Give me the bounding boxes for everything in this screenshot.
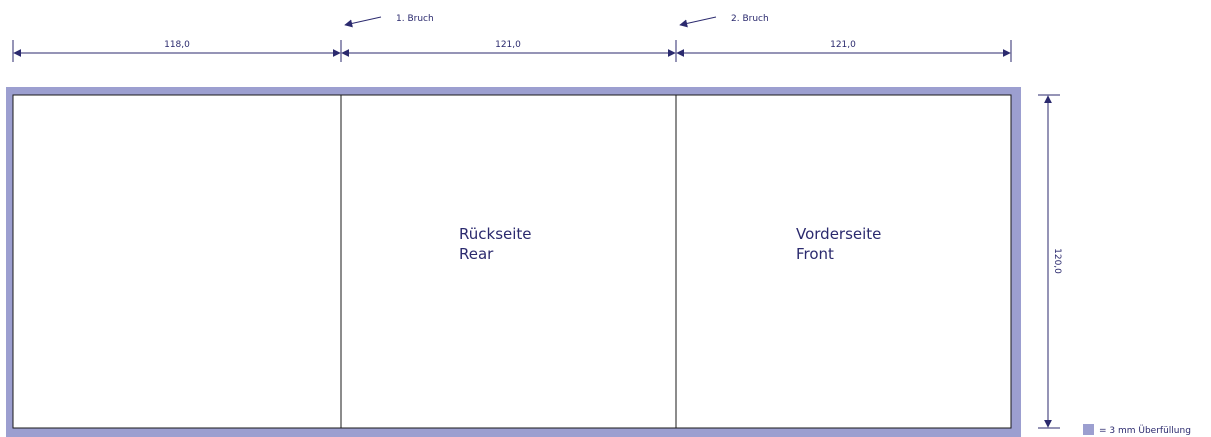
panel-front-title: Vorderseite: [796, 225, 881, 243]
dim-label-height: 120,0: [1052, 248, 1062, 274]
fold-callout-1: 1. Bruch: [344, 14, 434, 28]
dim-label-panel2: 121,0: [495, 40, 521, 50]
trim-area: [12, 94, 1012, 429]
dim-label-panel1: 118,0: [164, 40, 190, 50]
dim-label-panel3: 121,0: [830, 40, 856, 50]
fold-diagram: 118,0 121,0 121,0 1. Bruch 2. Bruch 120,…: [6, 14, 1191, 437]
height-dimension: 120,0: [1038, 94, 1062, 429]
legend-swatch: [1083, 424, 1094, 435]
panel-rear-subtitle: Rear: [459, 245, 494, 263]
panel-rear-title: Rückseite: [459, 225, 532, 243]
legend: = 3 mm Überfüllung: [1083, 424, 1191, 436]
panel-front-subtitle: Front: [796, 245, 834, 263]
fold-callout-2: 2. Bruch: [679, 14, 769, 28]
legend-label: = 3 mm Überfüllung: [1099, 425, 1191, 436]
fold-label-2: 2. Bruch: [731, 14, 769, 24]
width-dimension: 118,0 121,0 121,0: [12, 40, 1012, 62]
fold-label-1: 1. Bruch: [396, 14, 434, 24]
